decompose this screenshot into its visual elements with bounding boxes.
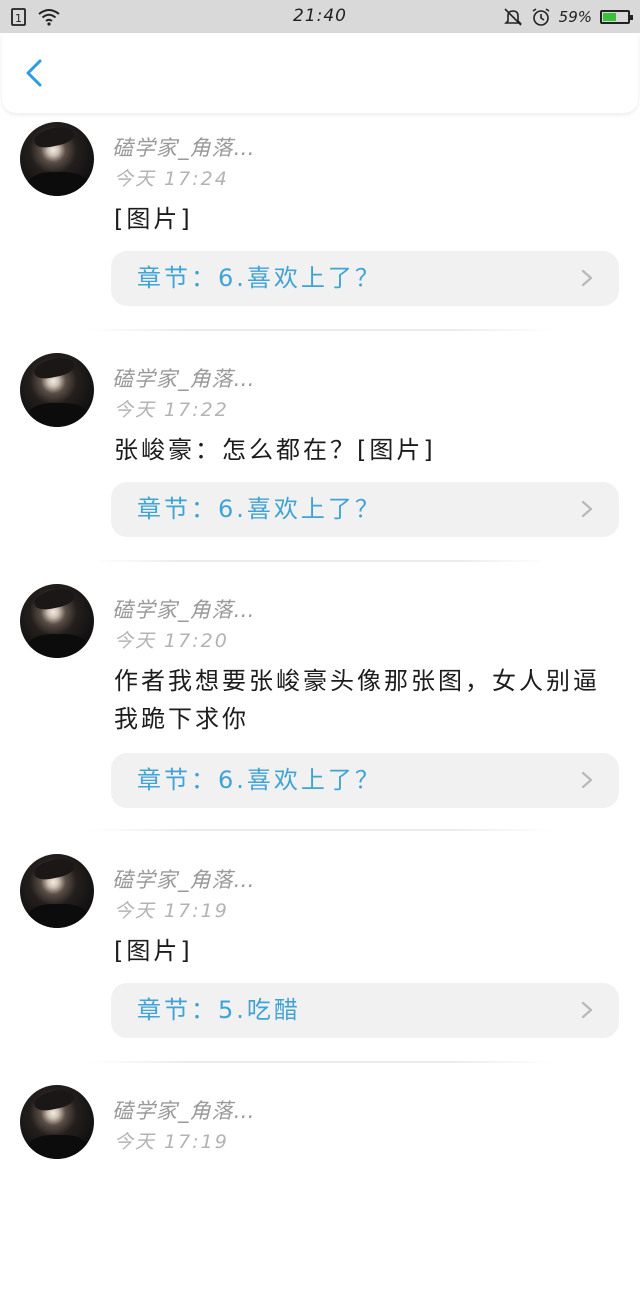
chevron-right-icon [581,500,593,518]
comment-divider [90,1061,550,1063]
avatar[interactable] [20,353,94,427]
comment-item: 磕学家_角落… 今天 17:19 [图片] 章节：5.吃醋 [0,846,640,1077]
comment-text: 张峻豪：怎么都在？[图片] [114,436,436,464]
chapter-link-button[interactable]: 章节：6.喜欢上了？ [111,251,619,306]
timestamp: 今天 17:19 [114,900,229,922]
chevron-right-icon [581,1001,593,1019]
chapter-label: 章节：6.喜欢上了？ [137,264,382,292]
username[interactable]: 磕学家_角落… [112,363,256,393]
status-time: 21:40 [293,6,347,26]
avatar[interactable] [20,122,94,196]
comment-item: 磕学家_角落… 今天 17:20 作者我想要张峻豪头像那张图，女人别逼我跪下求你… [0,576,640,846]
chevron-right-icon [581,771,593,789]
comment-item: 磕学家_角落… 今天 17:22 张峻豪：怎么都在？[图片] 章节：6.喜欢上了… [0,345,640,576]
comment-text: 作者我想要张峻豪头像那张图，女人别逼我跪下求你 [114,667,600,733]
comment-divider [90,829,550,831]
timestamp: 今天 17:24 [114,168,229,190]
timestamp: 今天 17:20 [114,630,229,652]
comment-divider [90,560,550,562]
chevron-right-icon [581,269,593,287]
username[interactable]: 磕学家_角落… [112,864,256,894]
chapter-link-button[interactable]: 章节：5.吃醋 [111,983,619,1038]
chapter-label: 章节：6.喜欢上了？ [137,495,382,523]
username[interactable]: 磕学家_角落… [112,594,256,624]
top-nav-bar [2,33,638,113]
comment-text: [图片] [114,205,193,233]
chapter-link-button[interactable]: 章节：6.喜欢上了？ [111,482,619,537]
back-chevron-icon[interactable] [20,57,52,89]
avatar[interactable] [20,854,94,928]
chapter-label: 章节：5.吃醋 [137,996,301,1024]
comment-divider [90,329,550,331]
comment-text: [图片] [114,937,193,965]
comment-list: 磕学家_角落… 今天 17:24 [图片] 章节：6.喜欢上了？ 磕学家_角落…… [0,114,640,1308]
timestamp: 今天 17:19 [114,1131,229,1153]
username[interactable]: 磕学家_角落… [112,132,256,162]
status-bar: 1 21:40 59% [0,0,640,33]
avatar[interactable] [20,1085,94,1159]
comment-item: 磕学家_角落… 今天 17:24 [图片] 章节：6.喜欢上了？ [0,114,640,345]
timestamp: 今天 17:22 [114,399,229,421]
avatar[interactable] [20,584,94,658]
chapter-link-button[interactable]: 章节：6.喜欢上了？ [111,753,619,808]
battery-icon [600,9,633,24]
comment-item: 磕学家_角落… 今天 17:19 [0,1077,640,1308]
chapter-label: 章节：6.喜欢上了？ [137,766,382,794]
battery-level-fill [603,12,617,21]
username[interactable]: 磕学家_角落… [112,1095,256,1125]
